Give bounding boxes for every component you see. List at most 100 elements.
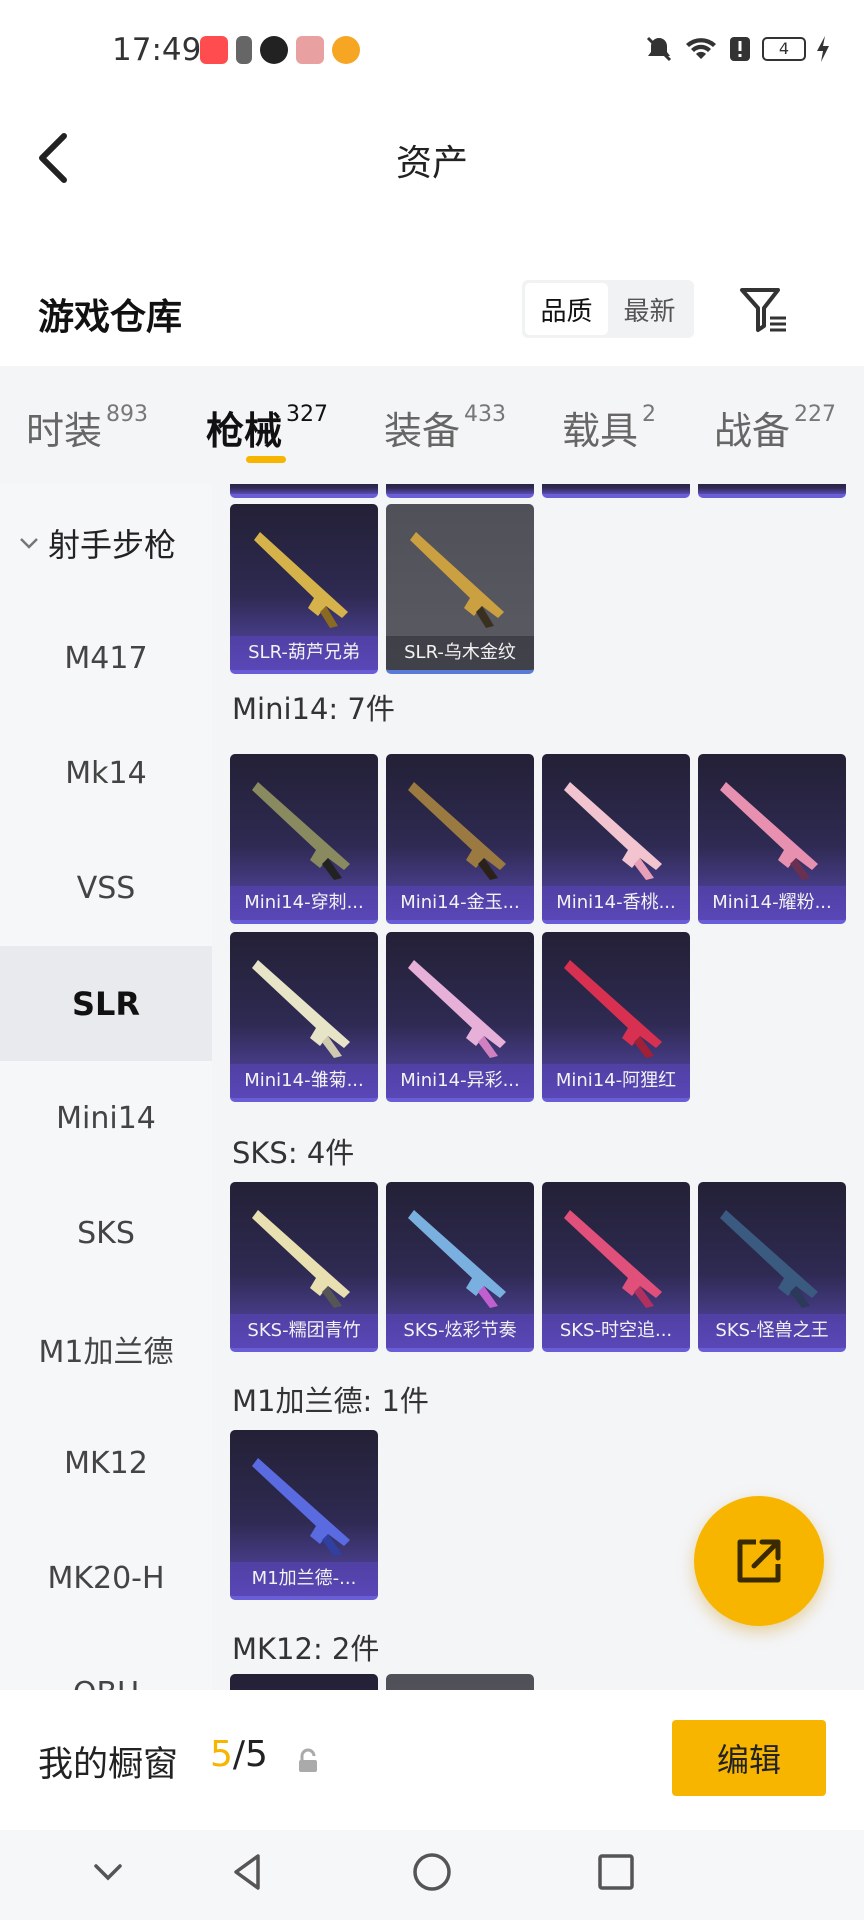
share-fab-button[interactable]: [694, 1496, 824, 1626]
rifle-image: [720, 782, 818, 880]
tab-fashion[interactable]: 时装 893: [26, 400, 148, 455]
recents-square-icon[interactable]: [592, 1848, 640, 1896]
weapon-name: Mini14-穿刺...: [230, 886, 378, 920]
tab-label: 装备: [384, 409, 461, 453]
weapon-card[interactable]: Mini14-穿刺...: [230, 754, 378, 924]
rifle-image: [252, 782, 350, 880]
charging-icon: [817, 36, 829, 62]
weapon-name: SLR-葫芦兄弟: [230, 636, 378, 670]
weapon-name: Mini14-耀粉...: [698, 886, 846, 920]
weapon-name: SLR-乌木金纹: [386, 636, 534, 670]
tab-firearms[interactable]: 枪械 327: [206, 400, 328, 455]
weapon-card[interactable]: SKS-怪兽之王: [698, 1182, 846, 1352]
weapon-name: Mini14-雏菊...: [230, 1064, 378, 1098]
back-triangle-icon[interactable]: [224, 1848, 272, 1896]
weapon-name: SKS-时空追...: [542, 1314, 690, 1348]
weapon-name: SKS-糯团青竹: [230, 1314, 378, 1348]
rifle-image: [408, 960, 506, 1058]
alert-icon: [730, 37, 750, 61]
weapon-sidebar: 射手步枪 M417 Mk14 VSS SLR Mini14 SKS M1加兰德 …: [0, 484, 212, 1690]
weapon-card-partial[interactable]: [542, 484, 690, 498]
page-title: 资产: [395, 143, 468, 184]
group-title-sks: SKS: 4件: [232, 1136, 355, 1170]
tab-count: 893: [106, 402, 149, 427]
tab-label: 枪械: [206, 409, 283, 453]
sidebar-item-m1-garand[interactable]: M1加兰德: [0, 1291, 212, 1406]
sidebar-item-mk20h[interactable]: MK20-H: [0, 1521, 212, 1636]
filter-icon[interactable]: [738, 284, 790, 336]
tab-equipment[interactable]: 装备 433: [384, 400, 506, 455]
weapon-card[interactable]: Mini14-异彩...: [386, 932, 534, 1102]
rifle-image: [252, 1210, 350, 1308]
rifle-image: [408, 1210, 506, 1308]
weapon-card[interactable]: Mini14-香桃...: [542, 754, 690, 924]
sidebar-item-slr[interactable]: SLR: [0, 946, 212, 1061]
showcase-total: /5: [232, 1734, 268, 1775]
tab-supplies[interactable]: 战备 227: [714, 400, 836, 455]
system-nav-bar: [0, 1830, 864, 1920]
rifle-image: [720, 1210, 818, 1308]
sidebar-category-header[interactable]: 射手步枪: [0, 484, 212, 602]
app-notification-icon: [200, 36, 228, 64]
group-title-mk12: MK12: 2件: [232, 1632, 380, 1666]
weapon-name: Mini14-金玉...: [386, 886, 534, 920]
weapon-card[interactable]: Mini14-阿狸红: [542, 932, 690, 1102]
tab-vehicles[interactable]: 载具 2: [562, 400, 656, 455]
weapon-card[interactable]: SKS-炫彩节奏: [386, 1182, 534, 1352]
weapon-name: SKS-怪兽之王: [698, 1314, 846, 1348]
rifle-image: [564, 782, 662, 880]
weapon-name: Mini14-阿狸红: [542, 1064, 690, 1098]
weapon-card-partial[interactable]: [698, 484, 846, 498]
warehouse-header: 游戏仓库 品质 最新: [0, 270, 864, 360]
status-bar: 17:49 4: [0, 0, 864, 104]
sidebar-item-sks[interactable]: SKS: [0, 1176, 212, 1291]
tab-label: 战备: [714, 409, 791, 453]
notification-icons: [200, 36, 360, 64]
showcase-count: 5/5: [210, 1734, 268, 1775]
mute-icon: [646, 36, 672, 62]
weapon-card[interactable]: Mini14-耀粉...: [698, 754, 846, 924]
wifi-icon: [686, 38, 716, 59]
rifle-image: [254, 532, 348, 628]
weapon-card[interactable]: SLR-葫芦兄弟: [230, 504, 378, 674]
sidebar-category-label: 射手步枪: [48, 526, 177, 564]
sort-newest-button[interactable]: 最新: [608, 283, 691, 335]
rifle-image: [564, 1210, 662, 1308]
battery-saver-icon: [236, 36, 252, 64]
edit-button[interactable]: 编辑: [672, 1720, 826, 1796]
weapon-card[interactable]: SKS-时空追...: [542, 1182, 690, 1352]
hide-keyboard-icon[interactable]: [84, 1848, 132, 1896]
showcase-current: 5: [210, 1734, 233, 1775]
weapon-card-partial[interactable]: [230, 484, 378, 498]
sort-quality-button[interactable]: 品质: [525, 283, 608, 335]
weapon-name: Mini14-异彩...: [386, 1064, 534, 1098]
rifle-image: [252, 1458, 350, 1556]
weapon-card[interactable]: M1加兰德-...: [230, 1430, 378, 1600]
weapon-card-partial[interactable]: [386, 1674, 534, 1690]
weapon-card[interactable]: SKS-糯团青竹: [230, 1182, 378, 1352]
sidebar-item-mk14[interactable]: Mk14: [0, 716, 212, 831]
weapon-card[interactable]: SLR-乌木金纹: [386, 504, 534, 674]
sidebar-item-mini14[interactable]: Mini14: [0, 1061, 212, 1176]
rifle-image: [410, 532, 504, 628]
weapon-card[interactable]: Mini14-雏菊...: [230, 932, 378, 1102]
weapon-name: Mini14-香桃...: [542, 886, 690, 920]
tab-label: 载具: [562, 409, 639, 453]
sidebar-item-m417[interactable]: M417: [0, 601, 212, 716]
app-box-icon: [296, 36, 324, 64]
active-tab-indicator: [246, 456, 286, 463]
sidebar-item-qbu[interactable]: QBU: [0, 1636, 212, 1690]
home-circle-icon[interactable]: [408, 1848, 456, 1896]
weapon-card-partial[interactable]: [230, 1674, 378, 1690]
weapon-card[interactable]: Mini14-金玉...: [386, 754, 534, 924]
weapon-name: M1加兰德-...: [230, 1562, 378, 1596]
group-title-m1-garand: M1加兰德: 1件: [232, 1384, 429, 1418]
sidebar-item-vss[interactable]: VSS: [0, 831, 212, 946]
weapon-card-partial[interactable]: [386, 484, 534, 498]
tab-label: 时装: [26, 409, 103, 453]
sidebar-item-mk12[interactable]: MK12: [0, 1406, 212, 1521]
weapon-name: SKS-炫彩节奏: [386, 1314, 534, 1348]
category-tabs: 时装 893 枪械 327 装备 433 载具 2 战备 227: [0, 366, 864, 484]
battery-icon: 4: [762, 37, 806, 61]
app-yellow-icon: [332, 36, 360, 64]
